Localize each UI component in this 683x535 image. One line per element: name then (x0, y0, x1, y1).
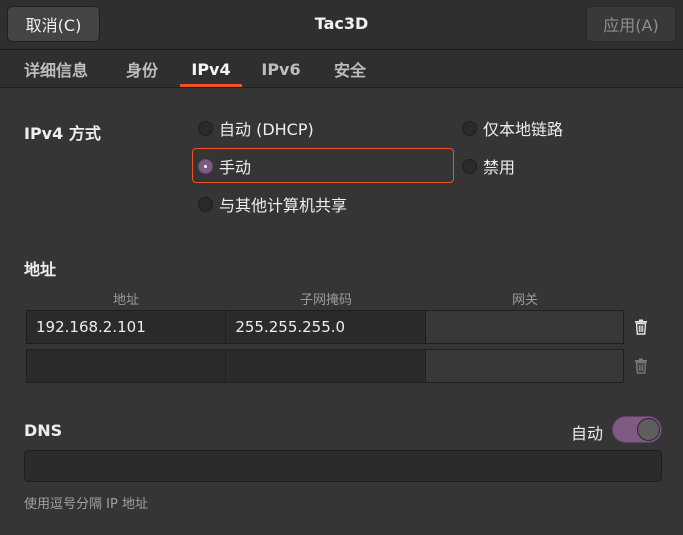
gateway-input[interactable] (425, 350, 623, 382)
netmask-input[interactable] (226, 350, 426, 382)
window-title: Tac3D (314, 14, 369, 33)
switch-knob[interactable] (637, 418, 660, 441)
trash-icon[interactable] (629, 315, 653, 339)
radio-link-local[interactable]: 仅本地链路 (462, 116, 563, 140)
radio-button-icon[interactable] (198, 120, 213, 136)
dns-hint: 使用逗号分隔 IP 地址 (24, 497, 148, 512)
radio-button-icon[interactable] (462, 158, 477, 174)
address-input[interactable] (27, 350, 227, 382)
radio-auto-dhcp[interactable]: 自动 (DHCP) (198, 116, 314, 140)
apply-button[interactable]: 应用(A) (586, 6, 676, 42)
tab-ipv4[interactable]: IPv4 (180, 50, 242, 88)
address-input[interactable]: 192.168.2.101 (27, 311, 227, 343)
gateway-input[interactable] (425, 311, 623, 343)
tab-details[interactable]: 详细信息 (12, 50, 100, 88)
address-section-label: 地址 (24, 260, 57, 279)
dns-section-label: DNS (24, 421, 63, 440)
radio-label: 手动 (219, 158, 252, 177)
dns-auto-label: 自动 (571, 424, 604, 443)
address-row (26, 349, 624, 383)
radio-button-icon[interactable] (462, 120, 477, 136)
radio-label: 禁用 (483, 158, 516, 177)
radio-checked-icon[interactable] (198, 158, 213, 174)
dns-auto-switch[interactable] (612, 416, 662, 443)
radio-label: 自动 (DHCP) (219, 120, 314, 139)
ipv4-method-label: IPv4 方式 (24, 124, 101, 143)
radio-manual[interactable]: 手动 (198, 154, 251, 178)
address-row: 192.168.2.101 255.255.255.0 (26, 310, 624, 344)
column-header-address: 地址 (112, 293, 139, 308)
column-header-netmask: 子网掩码 (299, 293, 352, 308)
tab-bar: 详细信息 身份 IPv4 IPv6 安全 (0, 50, 683, 88)
header-bar: 取消(C) Tac3D 应用(A) (0, 0, 683, 50)
tab-identity[interactable]: 身份 (116, 50, 168, 88)
radio-label: 与其他计算机共享 (219, 196, 348, 215)
trash-icon (629, 354, 653, 378)
radio-button-icon[interactable] (198, 196, 213, 212)
column-header-gateway: 网关 (511, 293, 538, 308)
radio-disabled[interactable]: 禁用 (462, 154, 515, 178)
tab-ipv6[interactable]: IPv6 (252, 50, 310, 88)
netmask-input[interactable]: 255.255.255.0 (226, 311, 426, 343)
radio-shared[interactable]: 与其他计算机共享 (198, 192, 347, 216)
tab-security[interactable]: 安全 (324, 50, 376, 88)
dns-input[interactable] (24, 450, 662, 482)
radio-label: 仅本地链路 (483, 120, 564, 139)
